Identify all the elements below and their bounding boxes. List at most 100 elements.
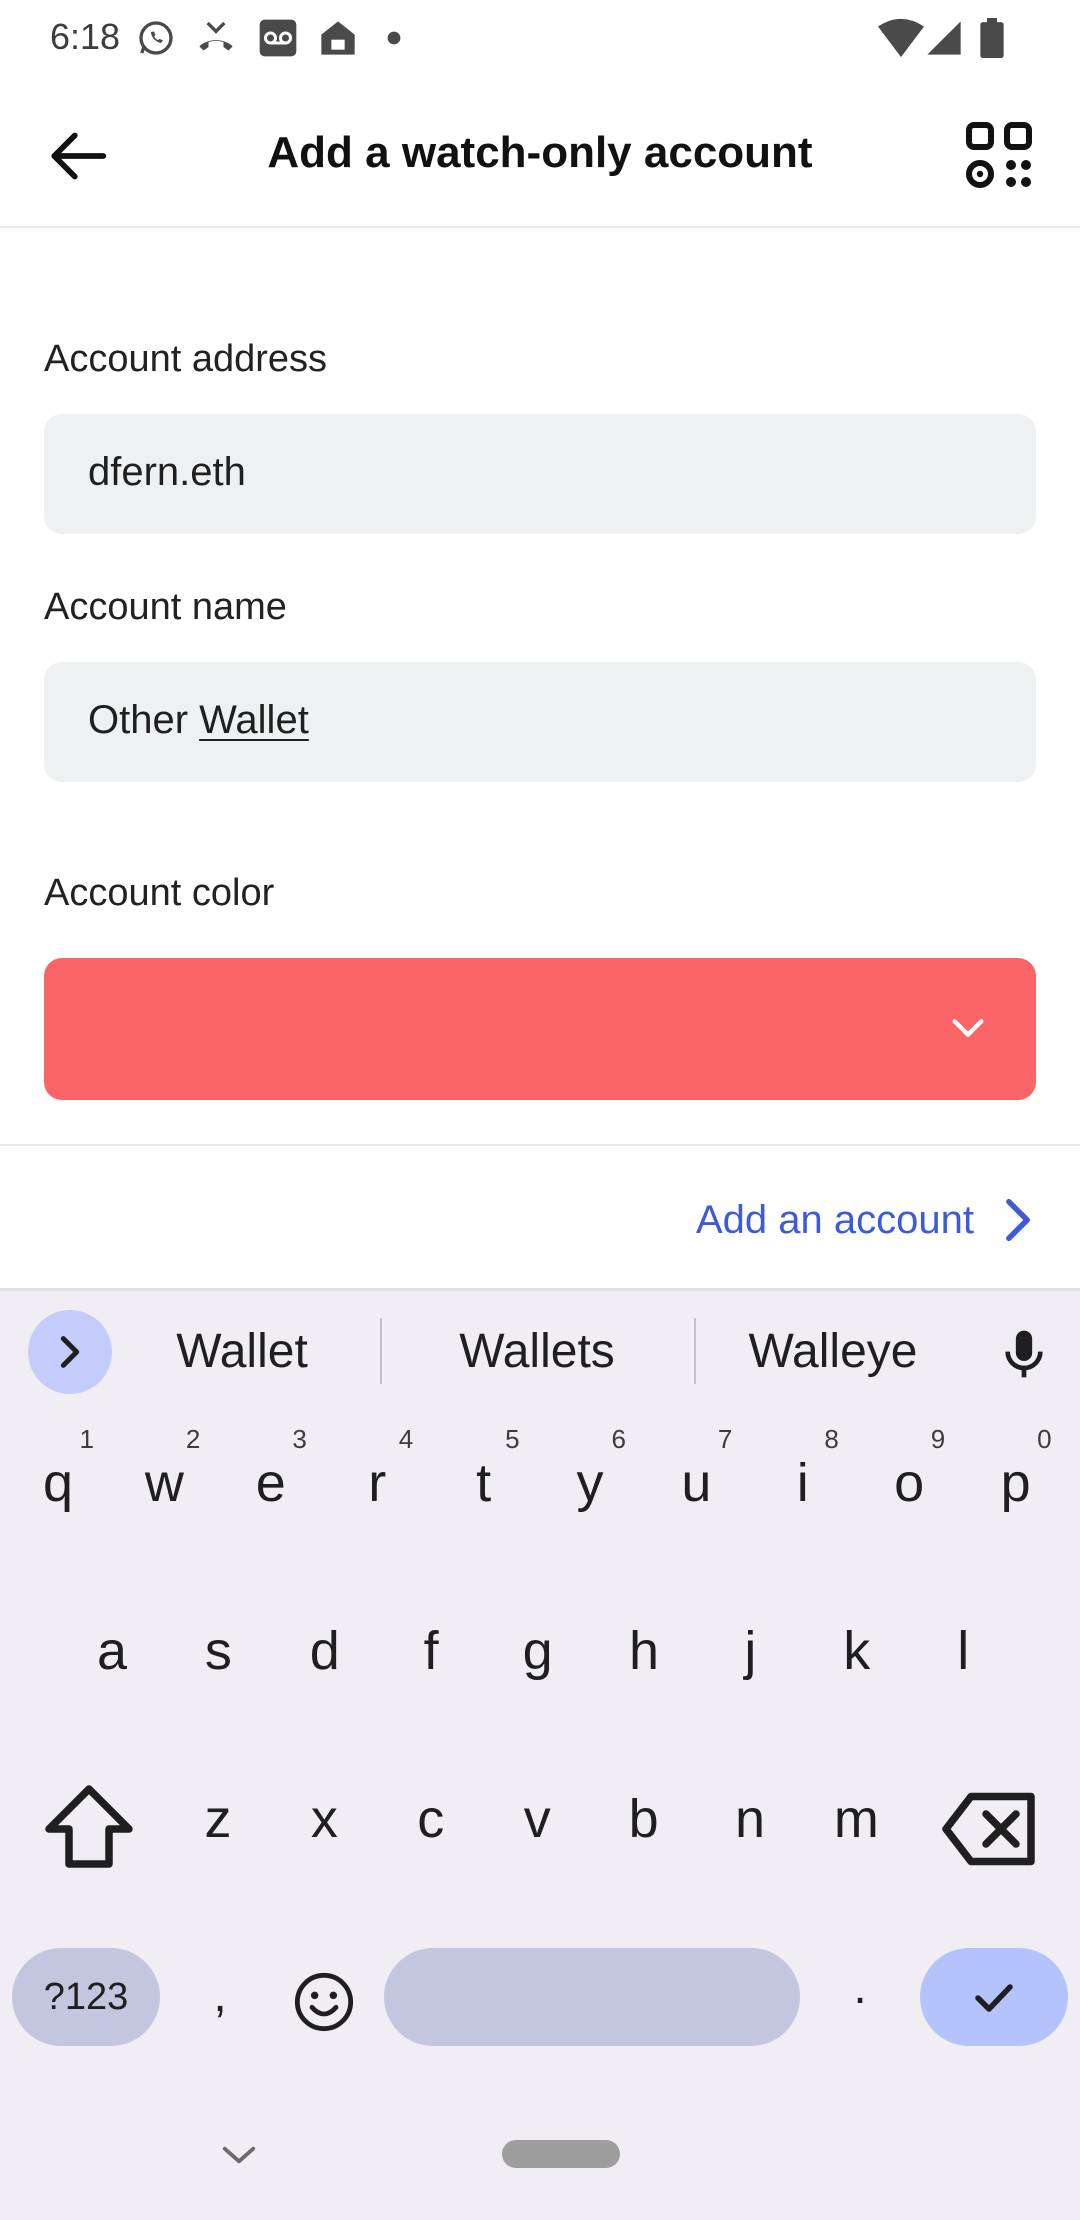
voice-input-button[interactable] [996,1326,1052,1382]
microphone-icon [1005,1330,1043,1378]
dot-icon [386,30,402,46]
key-hint: 4 [398,1424,414,1454]
account-address-input[interactable]: dfern.eth [44,414,1036,534]
key-label: q [42,1453,74,1513]
whatsapp-icon [136,18,176,58]
key-label: e [255,1453,286,1513]
account-name-value: Other Wallet [88,698,309,742]
chevron-right-icon [1006,1198,1030,1242]
key-i[interactable]: 8i [753,1424,853,1536]
key-y[interactable]: 6y [540,1424,640,1536]
suggestions-expand-button[interactable] [28,1310,112,1394]
key-label: v [523,1789,551,1849]
key-t[interactable]: 5t [434,1424,534,1536]
key-label: k [843,1621,871,1681]
scan-qr-button[interactable] [966,122,1032,188]
key-hint: 9 [930,1424,946,1454]
suggestion-divider [694,1318,696,1384]
add-account-button[interactable]: Add an account [696,1190,1036,1250]
missed-call-icon [196,18,236,58]
app-header: Add a watch-only account [0,76,1080,228]
key-m[interactable]: m [806,1762,906,1872]
key-e[interactable]: 3e [221,1424,321,1536]
key-label: o [894,1453,925,1513]
key-q[interactable]: 1q [8,1424,108,1536]
account-name-label: Account name [44,586,287,628]
key-label: i [796,1453,809,1513]
wifi-icon [878,18,924,58]
account-address-value: dfern.eth [88,450,246,494]
account-name-input[interactable]: Other Wallet [44,662,1036,782]
shift-key[interactable] [34,1774,144,1884]
suggestion-1[interactable]: Wallet [142,1324,342,1379]
period-key[interactable]: . [830,1960,890,2015]
key-label: z [204,1789,232,1849]
key-label: n [734,1789,766,1849]
key-label: r [368,1453,387,1513]
add-account-label: Add an account [696,1197,974,1242]
key-label: y [576,1453,604,1513]
back-button[interactable] [40,118,116,194]
key-v[interactable]: v [487,1762,587,1872]
key-hint: 3 [292,1424,307,1454]
key-z[interactable]: z [168,1762,268,1872]
key-l[interactable]: l [913,1594,1013,1704]
key-k[interactable]: k [807,1594,907,1704]
checkmark-icon [975,1984,1013,2012]
keyboard-divider [0,1288,1080,1291]
key-d[interactable]: d [275,1594,375,1704]
key-label: p [1000,1453,1031,1513]
status-bar: 6:18 [0,0,1080,76]
account-address-label: Account address [44,338,328,380]
key-label: m [833,1789,879,1849]
key-c[interactable]: c [381,1762,481,1872]
emoji-icon [294,1972,354,2032]
backspace-key[interactable] [936,1774,1046,1884]
composing-text: Wallet [199,698,309,742]
space-key[interactable] [384,1948,800,2046]
key-label: h [628,1621,660,1681]
hide-keyboard-icon[interactable] [220,2140,258,2170]
navigation-handle[interactable] [502,2140,620,2168]
suggestion-3[interactable]: Walleye [726,1324,940,1379]
key-j[interactable]: j [700,1594,800,1704]
arrow-left-icon [51,132,107,180]
key-n[interactable]: n [700,1762,800,1872]
key-u[interactable]: 7u [646,1424,746,1536]
key-hint: 0 [1037,1424,1052,1454]
key-s[interactable]: s [168,1594,268,1704]
key-label: g [522,1621,553,1681]
key-g[interactable]: g [488,1594,588,1704]
account-color-select[interactable] [44,958,1036,1100]
symbols-key[interactable]: ?123 [12,1948,160,2046]
enter-key[interactable] [920,1948,1068,2046]
qr-code-icon [966,122,1032,188]
key-hint: 7 [717,1424,733,1454]
key-hint: 6 [611,1424,626,1454]
shift-icon [45,1785,133,1868]
key-f[interactable]: f [381,1594,481,1704]
key-h[interactable]: h [594,1594,694,1704]
chevron-down-icon [952,1019,984,1037]
key-hint: 2 [185,1424,201,1454]
key-r[interactable]: 4r [327,1424,427,1536]
key-x[interactable]: x [274,1762,374,1872]
key-label: j [744,1621,757,1681]
key-a[interactable]: a [62,1594,162,1704]
key-p[interactable]: 0p [966,1424,1066,1536]
backspace-icon [942,1792,1035,1866]
key-hint: 8 [824,1424,839,1454]
key-o[interactable]: 9o [859,1424,959,1536]
divider [0,1144,1080,1146]
key-label: l [957,1621,970,1681]
key-b[interactable]: b [594,1762,694,1872]
soft-keyboard: Wallet Wallets Walleye 1q2w3e4r5t6y7u8i9… [0,1288,1080,2220]
comma-key[interactable]: , [190,1968,250,2023]
key-w[interactable]: 2w [114,1424,214,1536]
key-label: u [681,1453,712,1513]
suggestion-2[interactable]: Wallets [424,1324,650,1379]
key-hint: 5 [505,1424,520,1454]
account-color-label: Account color [44,872,275,914]
chevron-right-icon [60,1336,80,1368]
emoji-key[interactable] [292,1970,356,2034]
